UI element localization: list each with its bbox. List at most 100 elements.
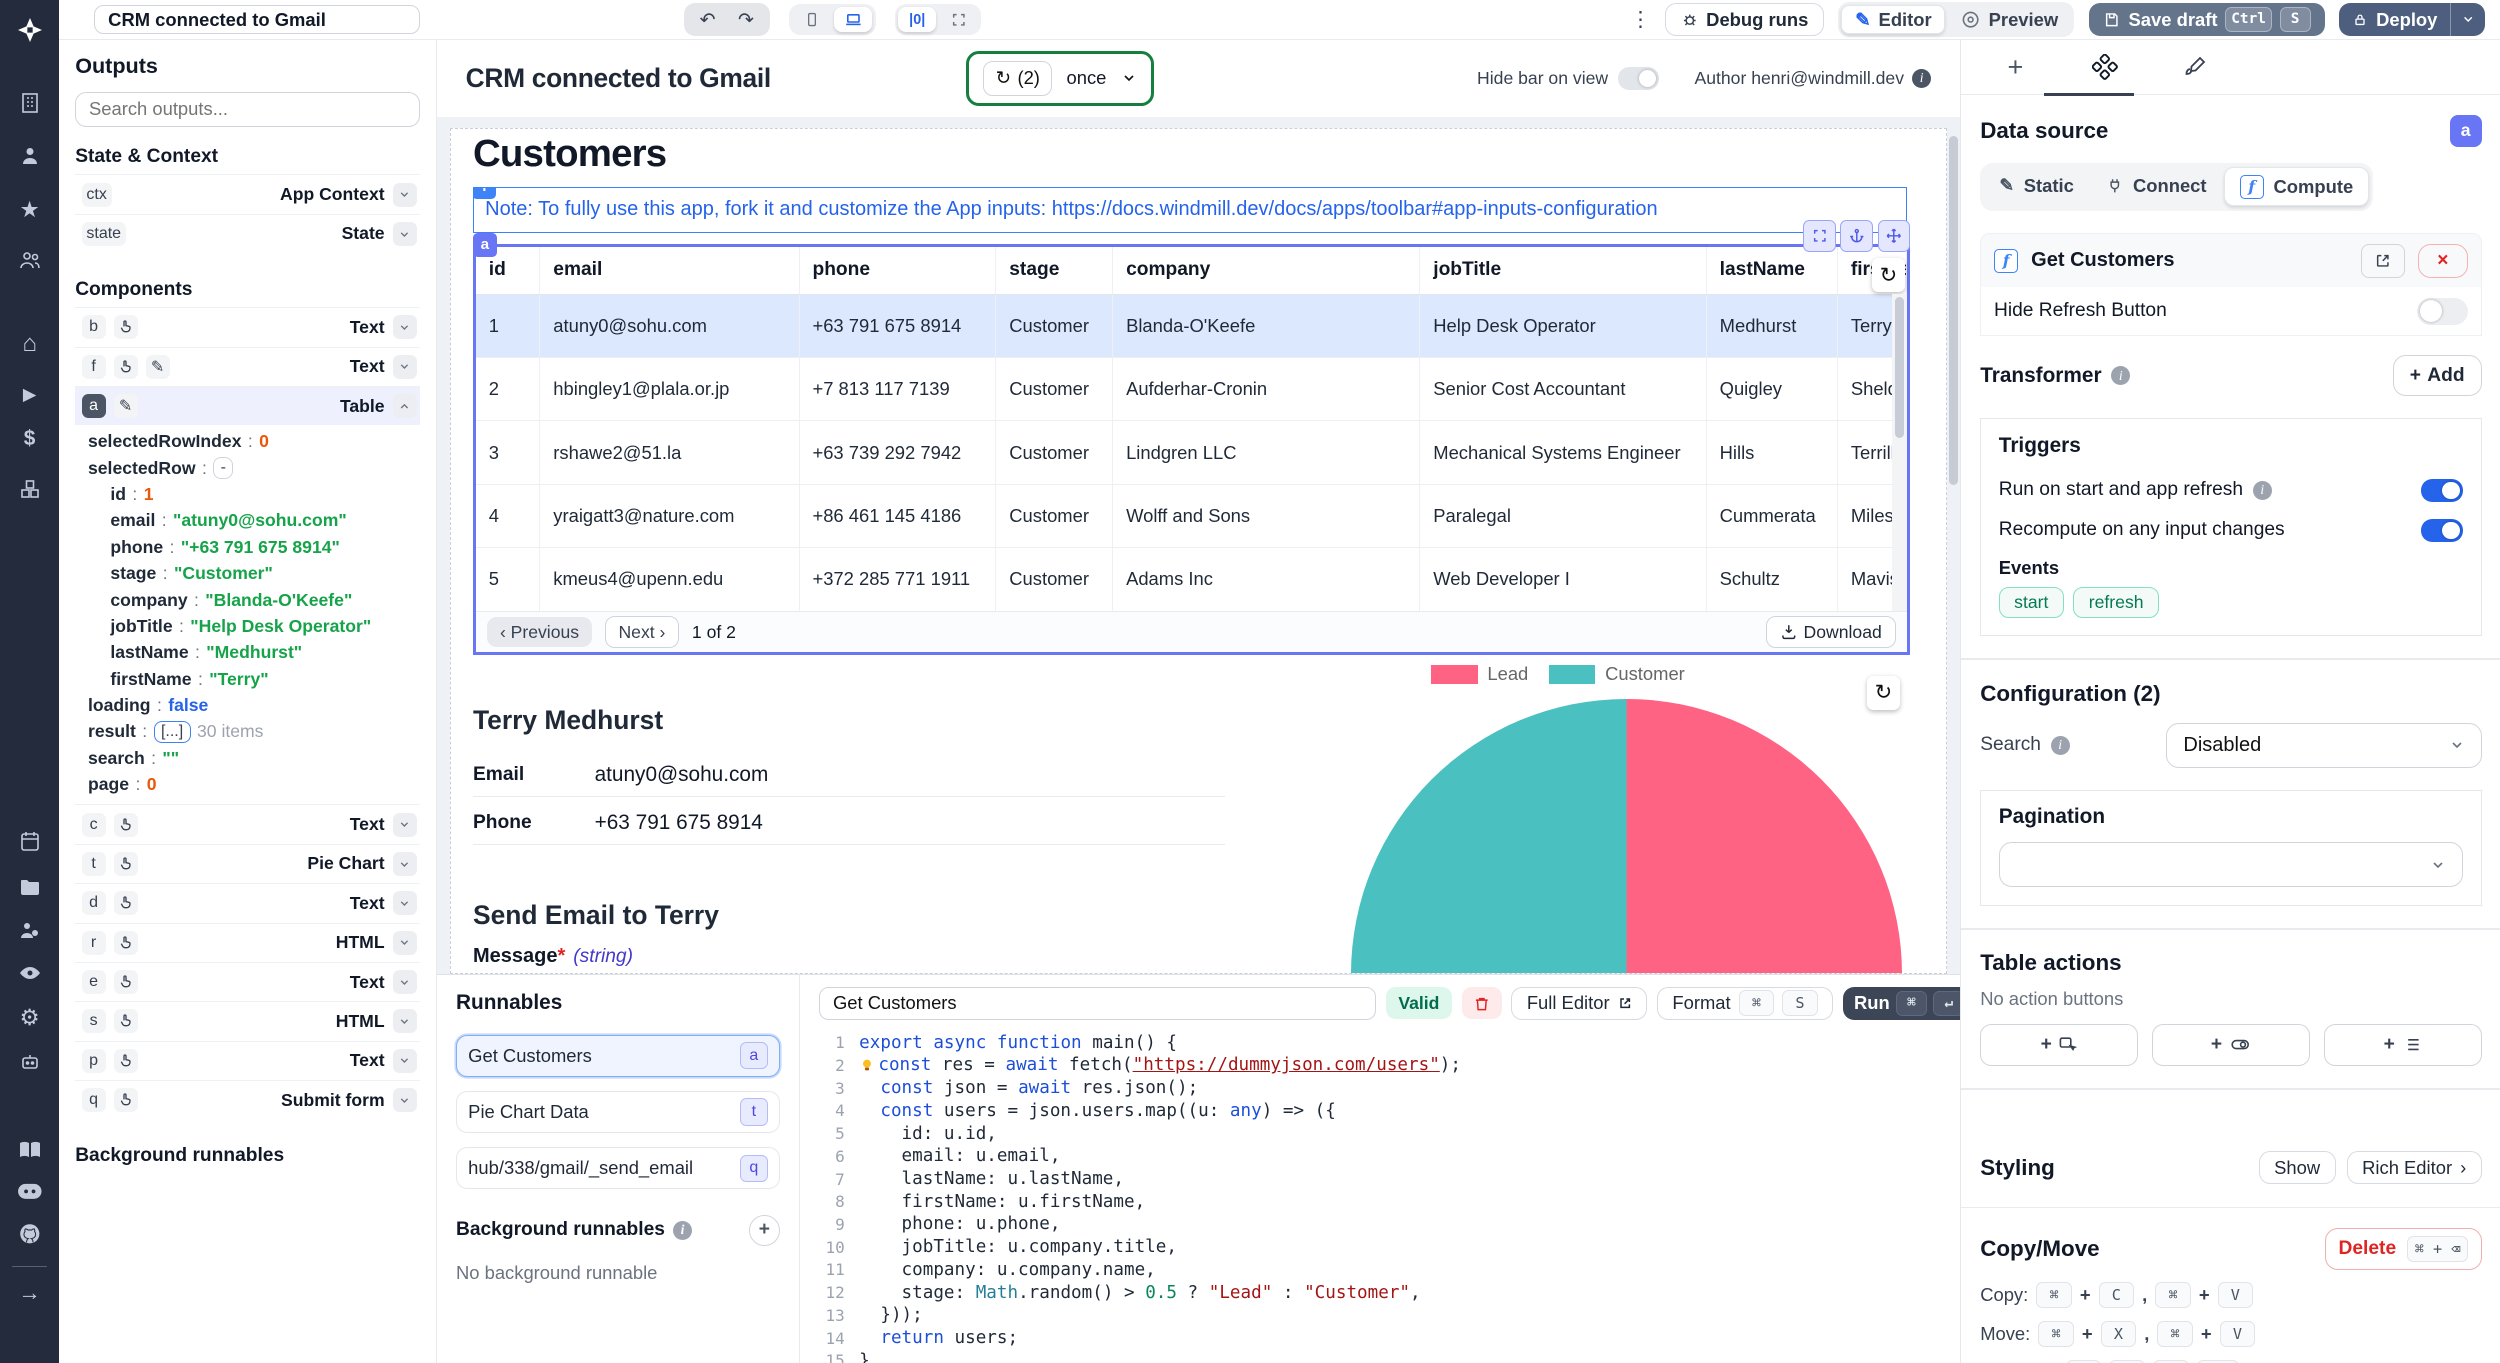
chevron-down-icon[interactable] (392, 1048, 417, 1073)
mobile-view-icon[interactable] (792, 7, 830, 33)
state-entry-id[interactable]: id:1 (75, 481, 420, 507)
component-settings-tab[interactable] (2089, 54, 2121, 80)
component-output-row-a[interactable]: a ✎ Table (75, 385, 420, 426)
code-line[interactable]: 8 firstName: u.firstName, (800, 1190, 1991, 1213)
table-row[interactable]: 4 yraigatt3@nature.com +86 461 145 4186 Cus… (475, 484, 1907, 549)
search-config-select[interactable]: Disabled (2166, 722, 2482, 768)
previous-page-button[interactable]: ‹ Previous (487, 616, 592, 648)
info-icon[interactable]: i (2252, 480, 2272, 500)
table-cell[interactable]: Adams Inc (1112, 547, 1421, 612)
table-cell[interactable]: rshawe2@51.la (539, 420, 800, 485)
download-button[interactable]: Download (1765, 615, 1896, 649)
table-cell[interactable]: Mechanical Systems Engineer (1419, 420, 1707, 485)
table-cell[interactable]: +372 285 771 1911 (799, 547, 997, 612)
info-icon[interactable]: i (2050, 735, 2070, 755)
table-cell[interactable]: Web Developer I (1419, 547, 1707, 612)
chevron-down-icon[interactable] (392, 182, 417, 207)
chevron-down-icon[interactable] (392, 1088, 417, 1113)
table-cell[interactable]: Schultz (1706, 547, 1839, 612)
table-cell[interactable]: kmeus4@upenn.edu (539, 547, 800, 612)
delete-component-button[interactable]: Delete ⌘ + ⌫ (2324, 1227, 2482, 1270)
deploy-button[interactable]: Deploy (2339, 2, 2485, 37)
chevron-down-icon[interactable] (392, 851, 417, 876)
code-line[interactable]: 2 const res = await fetch("https://dummyj… (800, 1054, 1991, 1077)
column-header-stage[interactable]: stage (995, 247, 1114, 295)
undo-icon[interactable]: ↶ (700, 8, 716, 32)
add-toggle-action[interactable]: + (2152, 1024, 2310, 1066)
user-icon[interactable] (0, 144, 59, 168)
styling-tab[interactable] (2179, 55, 2211, 79)
chevron-down-icon[interactable] (1121, 70, 1137, 86)
table-cell[interactable]: 4 (475, 484, 541, 549)
column-header-lastName[interactable]: lastName (1706, 247, 1839, 295)
chevron-down-icon[interactable] (392, 1009, 417, 1034)
resources-icon[interactable] (0, 477, 59, 501)
code-line[interactable]: 6 email: u.email, (800, 1145, 1991, 1168)
table-cell[interactable]: 1 (475, 294, 541, 358)
info-icon[interactable]: i (1912, 68, 1932, 88)
settings-gear-icon[interactable]: ⚙ (0, 1005, 59, 1031)
table-cell[interactable]: Paralegal (1419, 484, 1707, 549)
table-cell[interactable]: Customer (995, 420, 1114, 485)
detach-runnable-button[interactable]: × (2417, 243, 2468, 278)
chevron-down-icon[interactable] (392, 812, 417, 837)
note-text-component[interactable]: f Note: To fully use this app, fork it a… (472, 186, 1907, 233)
state-entry-loading[interactable]: loading: false (75, 692, 420, 718)
runnable-item-get-customers[interactable]: Get Customers a (455, 1034, 780, 1077)
add-background-runnable-button[interactable]: + (749, 1214, 780, 1246)
chart-refresh-button[interactable]: ↻ (1866, 676, 1901, 710)
code-line[interactable]: 4 const users = json.users.map((u: any) … (800, 1100, 1991, 1123)
output-row-ctx[interactable]: ctx App Context (75, 174, 420, 213)
table-cell[interactable]: 3 (475, 420, 541, 485)
save-draft-button[interactable]: Save draft Ctrl S (2088, 2, 2325, 37)
groups-icon[interactable] (0, 248, 59, 272)
fullwidth-icon[interactable] (940, 7, 978, 33)
component-output-row-e[interactable]: e Text (75, 961, 420, 1001)
redo-icon[interactable]: ↷ (738, 8, 754, 32)
ai-robot-icon[interactable] (0, 1050, 59, 1074)
component-output-row-q[interactable]: q Submit form (75, 1080, 420, 1119)
table-scrollbar[interactable] (1892, 293, 1907, 611)
state-entry-selectedRowIndex[interactable]: selectedRowIndex:0 (75, 428, 420, 454)
run-on-start-toggle[interactable] (2421, 479, 2464, 502)
insert-component-tab[interactable]: + (1999, 51, 2031, 83)
code-line[interactable]: 7 lastName: u.lastName, (800, 1168, 1991, 1191)
table-refresh-button[interactable]: ↻ (1871, 258, 1906, 292)
add-select-action[interactable]: + (2324, 1024, 2482, 1066)
tab-preview[interactable]: Preview (1949, 6, 2071, 33)
table-cell[interactable]: 2 (475, 357, 541, 422)
code-line[interactable]: 11 company: u.company.name, (800, 1259, 1991, 1282)
code-line[interactable]: 14 return users; (800, 1327, 1991, 1350)
workers-icon[interactable] (0, 918, 59, 942)
table-cell[interactable]: Wolff and Sons (1112, 484, 1421, 549)
component-output-row-t[interactable]: t Pie Chart (75, 843, 420, 883)
workspace-icon[interactable] (0, 91, 59, 115)
table-cell[interactable]: Customer (995, 357, 1114, 422)
hide-bar-toggle[interactable] (1617, 67, 1660, 90)
state-entry-selectedRow[interactable]: selectedRow: - (75, 455, 420, 481)
folders-icon[interactable] (0, 875, 59, 899)
component-output-row-b[interactable]: b Text (75, 307, 420, 346)
code-line[interactable]: 5 id: u.id, (800, 1122, 1991, 1145)
info-icon[interactable]: i (2111, 365, 2131, 386)
state-entry-phone[interactable]: phone: "+63 791 675 8914" (75, 534, 420, 560)
docs-book-icon[interactable] (0, 1138, 59, 1162)
table-cell[interactable]: +63 791 675 8914 (799, 294, 997, 358)
state-entry-stage[interactable]: stage: "Customer" (75, 560, 420, 586)
app-title-input[interactable] (94, 4, 420, 35)
state-entry-company[interactable]: company: "Blanda-O'Keefe" (75, 587, 420, 613)
code-line[interactable]: 9 phone: u.phone, (800, 1213, 1991, 1236)
move-component-icon[interactable] (1877, 220, 1910, 253)
anchor-component-icon[interactable] (1840, 220, 1873, 253)
component-output-row-p[interactable]: p Text (75, 1040, 420, 1080)
legend-swatch-customer[interactable] (1549, 664, 1596, 684)
table-cell[interactable]: Customer (995, 294, 1114, 358)
customers-table-component[interactable]: a ↻ id email phone stage company jobTitle last… (472, 220, 1910, 656)
table-cell[interactable]: Senior Cost Accountant (1419, 357, 1707, 422)
schedules-icon[interactable] (0, 829, 59, 853)
recompute-toggle[interactable] (2421, 519, 2464, 542)
chevron-down-icon[interactable] (392, 970, 417, 995)
search-outputs-input[interactable] (75, 91, 420, 127)
delete-script-button[interactable] (1461, 987, 1502, 1020)
table-cell[interactable]: Blanda-O'Keefe (1112, 294, 1421, 358)
